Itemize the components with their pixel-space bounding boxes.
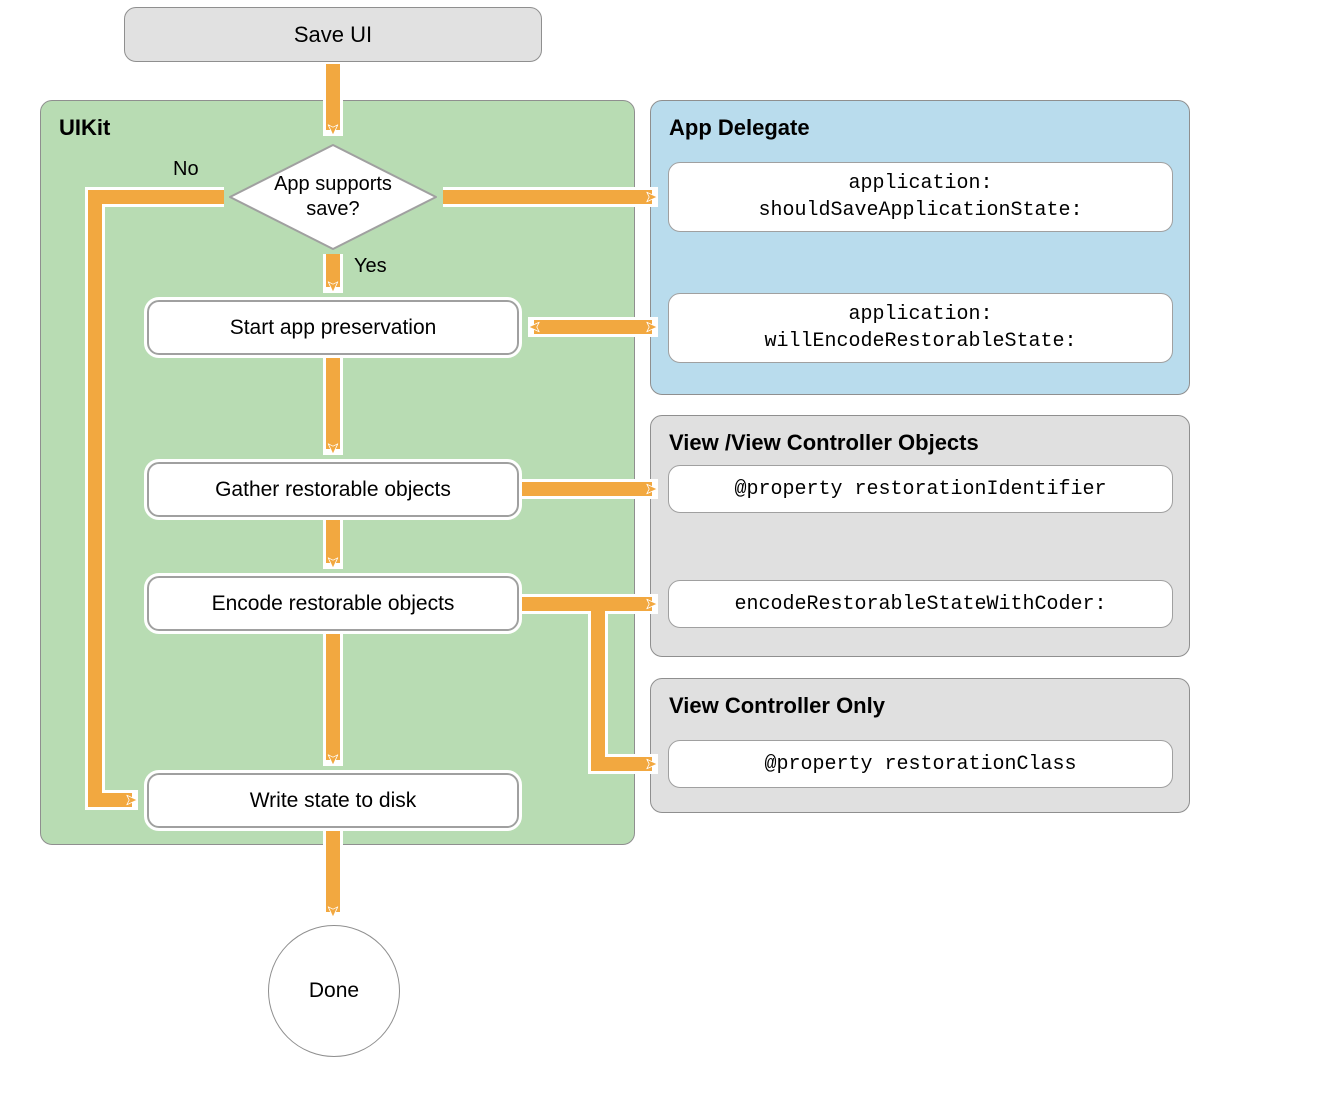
callout-should-save: application: shouldSaveApplicationState:: [668, 162, 1173, 232]
step-encode: Encode restorable objects: [147, 576, 519, 631]
decision-label: App supports save?: [274, 172, 392, 222]
step-start-preservation: Start app preservation: [147, 300, 519, 355]
panel-title-uikit: UIKit: [59, 115, 616, 141]
decision-app-supports-save: App supports save?: [226, 143, 440, 251]
panel-title-vc-only: View Controller Only: [669, 693, 1171, 719]
panel-title-view-objects: View /View Controller Objects: [669, 430, 1171, 456]
callout-restoration-class: @property restorationClass: [668, 740, 1173, 788]
terminator-done: Done: [268, 925, 400, 1057]
start-label: Save UI: [294, 22, 372, 48]
start-save-ui: Save UI: [124, 7, 542, 62]
callout-encode-coder: encodeRestorableStateWithCoder:: [668, 580, 1173, 628]
callout-restoration-id: @property restorationIdentifier: [668, 465, 1173, 513]
callout-will-encode: application: willEncodeRestorableState:: [668, 293, 1173, 363]
step-write-disk: Write state to disk: [147, 773, 519, 828]
edge-label-no: No: [173, 158, 199, 181]
panel-title-app-delegate: App Delegate: [669, 115, 1171, 141]
step-gather: Gather restorable objects: [147, 462, 519, 517]
edge-label-yes: Yes: [354, 255, 387, 278]
